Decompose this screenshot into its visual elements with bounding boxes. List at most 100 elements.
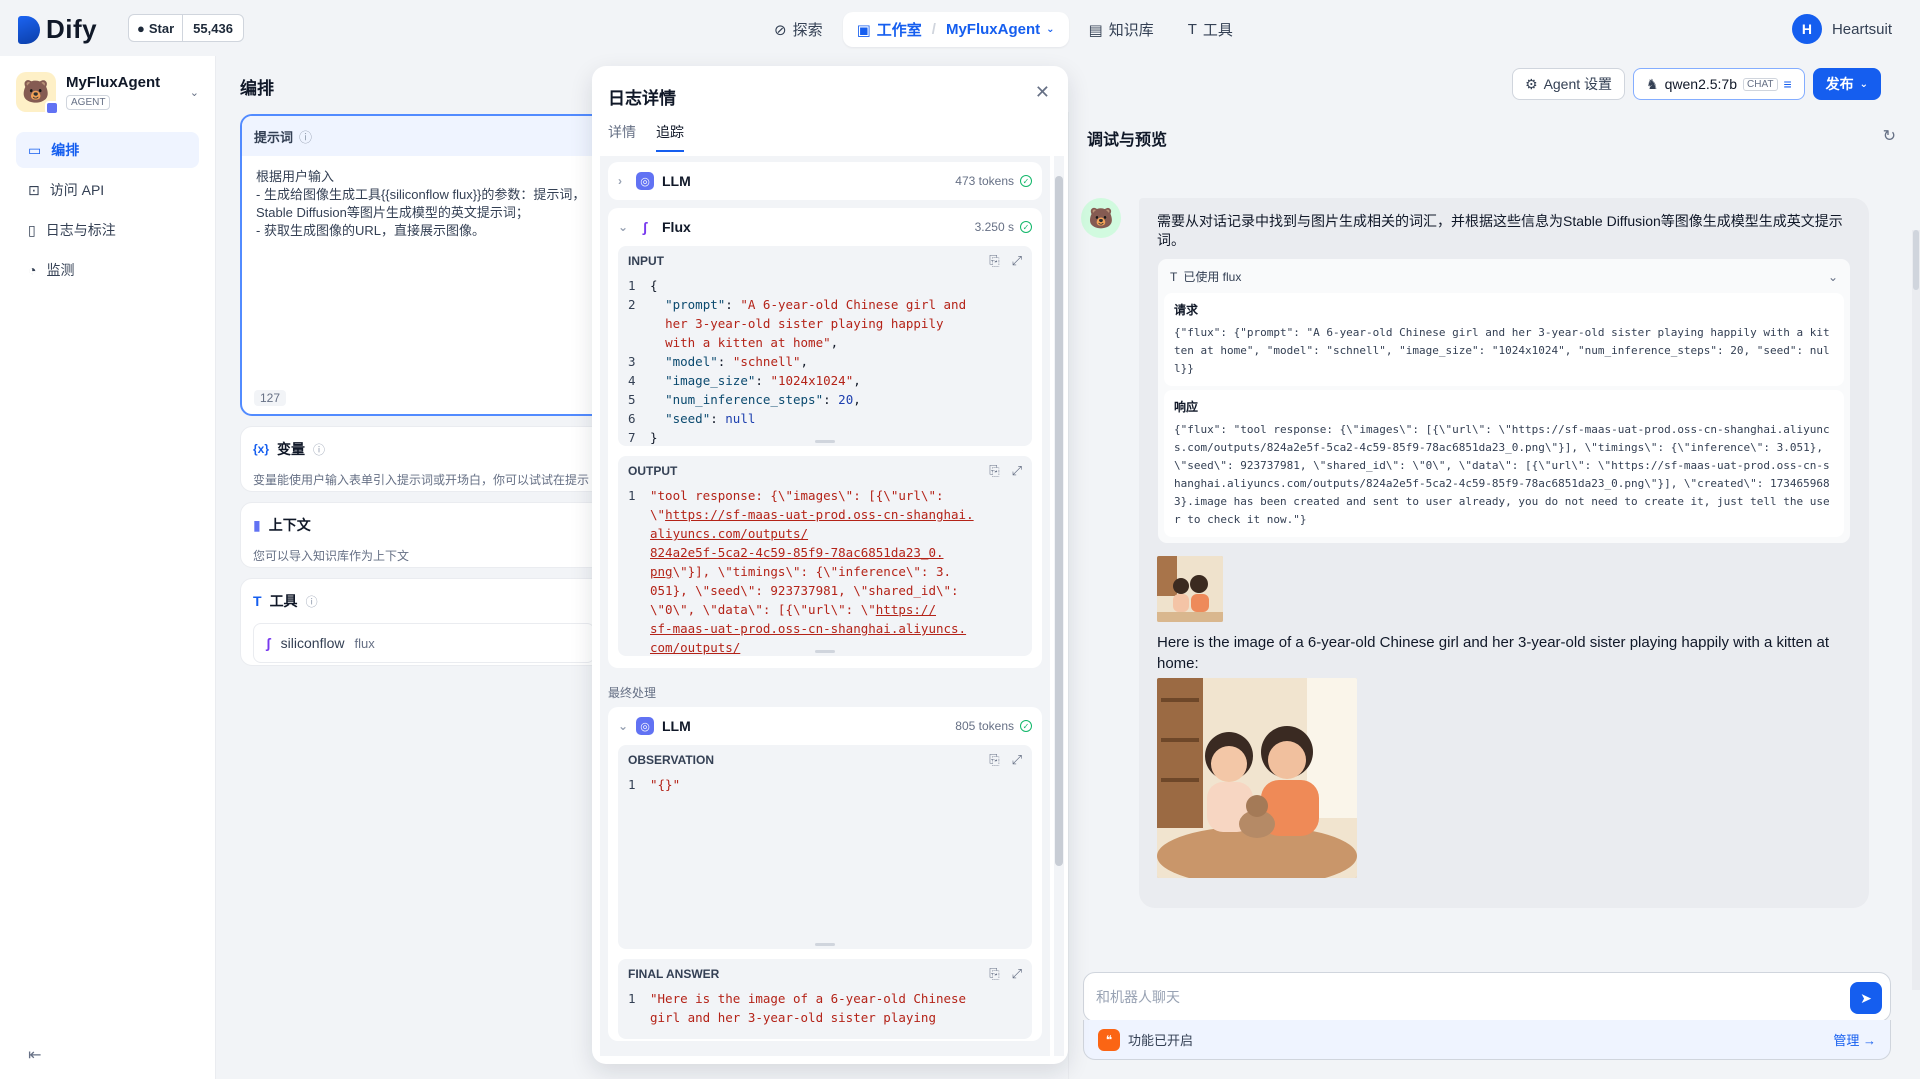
bot-avatar: 🐻 <box>1081 198 1121 238</box>
generated-image-art <box>1157 678 1357 878</box>
request-label: 请求 <box>1174 303 1199 317</box>
chevron-right-icon: › <box>618 174 622 188</box>
preview-title: 调试与预览 <box>1087 132 1168 149</box>
sidebar-item-label: 编排 <box>51 142 80 158</box>
node-header[interactable]: › ◎ LLM 473 tokens ✓ <box>608 162 1042 200</box>
github-star-count: 55,436 <box>193 20 233 36</box>
collapse-sidebar-icon[interactable]: ⇤ <box>28 1045 41 1065</box>
copy-icon[interactable]: ⎘ <box>989 752 999 768</box>
expand-icon[interactable]: ⤢ <box>1012 966 1022 982</box>
tool-item-siliconflow[interactable]: ʃ siliconflow flux <box>253 623 595 663</box>
send-icon: ➤ <box>1860 989 1872 1006</box>
copy-icon[interactable]: ⎘ <box>989 966 999 982</box>
prompt-editor[interactable]: 根据用户输入 - 生成给图像生成工具{{siliconflow flux}}的参… <box>242 156 606 252</box>
sliders-icon: ≡ <box>1783 76 1792 92</box>
trace-list: › ◎ LLM 473 tokens ✓ ⌄ ʃ Flux 3.250 s ✓ IN… <box>600 156 1050 1056</box>
resize-handle[interactable] <box>815 440 835 443</box>
nav-studio[interactable]: ▣ 工作室 / MyFluxAgent ⌄ <box>842 12 1069 47</box>
check-circle-icon: ✓ <box>1020 221 1032 233</box>
github-star-button[interactable]: ● Star 55,436 <box>128 14 244 42</box>
check-circle-icon: ✓ <box>1020 175 1032 187</box>
expand-icon[interactable]: ⤢ <box>1012 752 1022 768</box>
copy-icon[interactable]: ⎘ <box>989 463 999 479</box>
nav-tools[interactable]: T 工具 <box>1174 12 1247 47</box>
chevron-down-icon: ⌄ <box>189 86 199 99</box>
log-scrollbar[interactable] <box>1054 156 1064 1056</box>
send-button[interactable]: ➤ <box>1850 982 1882 1014</box>
node-tokens: 805 tokens <box>955 719 1014 733</box>
tab-detail[interactable]: 详情 <box>608 122 636 152</box>
resize-handle[interactable] <box>815 650 835 653</box>
user-avatar: H <box>1791 14 1822 44</box>
node-tokens: 473 tokens <box>955 174 1014 188</box>
tool-call-header[interactable]: T 已使用 flux ⌄ <box>1164 265 1844 289</box>
code-content: 1 "tool response: {\"images\": [{\"url\":… <box>628 488 974 655</box>
sidebar-item-logs[interactable]: ▯ 日志与标注 <box>16 212 199 248</box>
response-section: 响应 {"flux": "tool response: {\"images\":… <box>1164 390 1844 537</box>
refresh-icon[interactable]: ↻ <box>1883 126 1896 146</box>
nav-knowledge[interactable]: ▤ 知识库 <box>1075 12 1168 47</box>
request-code: {"flux": {"prompt": "A 6-year-old Chines… <box>1174 326 1830 375</box>
context-description: 您可以导入知识库作为上下文 <box>253 549 410 563</box>
node-title: Flux <box>662 219 691 235</box>
scrollbar-thumb[interactable] <box>1055 176 1063 866</box>
dify-logo[interactable]: Dify <box>18 14 97 45</box>
scrollbar-thumb[interactable] <box>1913 230 1919 290</box>
prompt-card[interactable]: 提示词 ⓘ 根据用户输入 - 生成给图像生成工具{{siliconflow flu… <box>240 114 608 416</box>
chat-input[interactable]: 和机器人聊天 ➤ <box>1083 972 1891 1022</box>
trace-node-llm[interactable]: › ◎ LLM 473 tokens ✓ <box>608 162 1042 200</box>
tool-name: siliconflow <box>280 635 345 651</box>
nav-app-name[interactable]: MyFluxAgent <box>946 21 1040 38</box>
preview-scrollbar[interactable] <box>1912 230 1920 990</box>
node-header[interactable]: ⌄ ʃ Flux 3.250 s ✓ <box>608 208 1042 246</box>
node-duration: 3.250 s <box>974 220 1014 234</box>
generated-image-thumbnail[interactable] <box>1157 556 1223 622</box>
expand-icon[interactable]: ⤢ <box>1012 253 1022 269</box>
context-label: 上下文 <box>268 517 311 533</box>
sidebar-item-api[interactable]: ⊡ 访问 API <box>16 172 199 208</box>
observation-value: "{}" <box>650 777 681 792</box>
nav-explore[interactable]: ⊘ 探索 <box>760 12 837 47</box>
book-icon: ▤ <box>1088 21 1103 39</box>
top-bar: Dify ● Star 55,436 ⊘ 探索 ▣ 工作室 / MyFluxAgen… <box>0 0 1920 56</box>
model-mode-tag: CHAT <box>1743 77 1778 91</box>
node-title: LLM <box>662 173 691 189</box>
generated-image[interactable] <box>1157 678 1357 878</box>
answer-text: Here is the image of a 6-year-old Chines… <box>1157 634 1830 672</box>
user-menu[interactable]: H Heartsuit <box>1791 14 1892 44</box>
code-label: INPUT <box>628 254 664 268</box>
sidebar-item-orchestrate[interactable]: ▭ 编排 <box>16 132 199 168</box>
manage-link[interactable]: 管理 → <box>1833 1030 1876 1049</box>
app-name: MyFluxAgent <box>66 74 161 91</box>
publish-button[interactable]: 发布 ⌄ <box>1812 68 1882 100</box>
model-selector[interactable]: ♞ qwen2.5:7b CHAT ≡ <box>1633 68 1805 100</box>
trace-node-llm-final: ⌄ ◎ LLM 805 tokens ✓ OBSERVATION ⎘ ⤢ 1 "{}" … <box>608 707 1042 1041</box>
chat-input-placeholder: 和机器人聊天 <box>1096 989 1180 1005</box>
resize-handle[interactable] <box>815 943 835 946</box>
tool-used-label: 已使用 flux <box>1183 269 1242 284</box>
compass-icon: ⊘ <box>774 21 787 39</box>
close-icon[interactable]: ✕ <box>1035 82 1050 103</box>
final-answer-line: girl and her 3-year-old sister playing <box>650 1010 936 1025</box>
features-status: 功能已开启 <box>1128 1033 1194 1048</box>
layout-icon: ▭ <box>28 141 42 158</box>
prompt-label: 提示词 <box>254 129 294 145</box>
log-tabs: 详情 追踪 <box>608 122 684 152</box>
sidebar-item-monitor[interactable]: ◔ 监测 <box>16 252 199 288</box>
log-title: 日志详情 <box>608 89 676 108</box>
debug-preview-panel: 调试与预览 ↻ 🐻 需要从对话记录中找到与图片生成相关的词汇，并根据这些信息为S… <box>1068 112 1920 1079</box>
page-title: 编排 <box>240 79 274 98</box>
trace-node-flux: ⌄ ʃ Flux 3.250 s ✓ INPUT ⎘ ⤢ 1{ 2 "prompt":… <box>608 208 1042 668</box>
code-content: 1 "Here is the image of a 6-year-old Chin… <box>618 989 1032 1037</box>
expand-icon[interactable]: ⤢ <box>1012 463 1022 479</box>
github-icon: ● <box>137 20 145 36</box>
info-icon: ⓘ <box>313 442 326 457</box>
dify-logo-mark <box>18 15 40 44</box>
nav-separator: / <box>931 21 936 38</box>
app-switcher[interactable]: 🐻 MyFluxAgent AGENT ⌄ <box>0 56 215 128</box>
node-header[interactable]: ⌄ ◎ LLM 805 tokens ✓ <box>608 707 1042 745</box>
tab-trace[interactable]: 追踪 <box>656 122 684 152</box>
copy-icon[interactable]: ⎘ <box>989 253 999 269</box>
log-detail-panel: 日志详情 ✕ 详情 追踪 › ◎ LLM 473 tokens ✓ ⌄ ʃ Flu… <box>592 66 1068 1064</box>
agent-settings-button[interactable]: ⚙ Agent 设置 <box>1512 68 1626 100</box>
